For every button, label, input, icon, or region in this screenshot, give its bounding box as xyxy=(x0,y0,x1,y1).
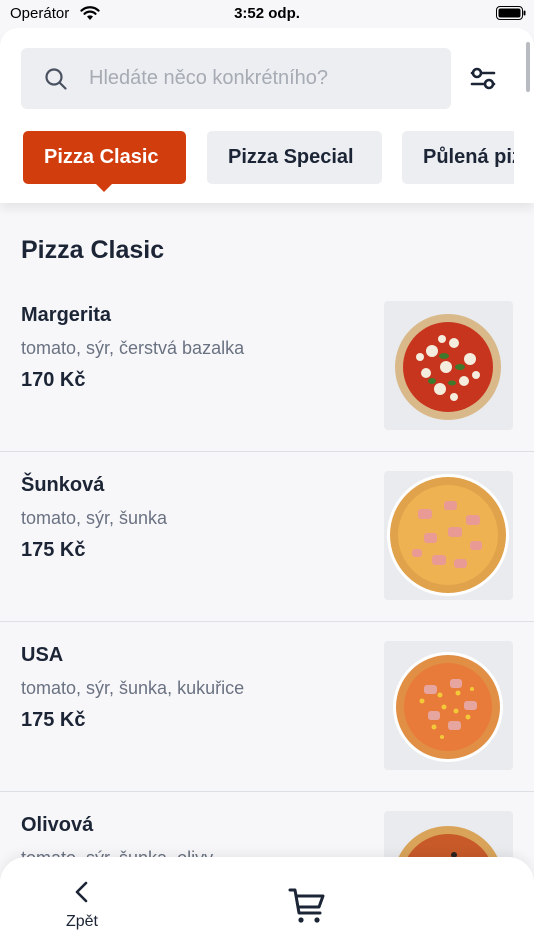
tab-label: Půlená pizza xyxy=(423,146,514,168)
item-name: USA xyxy=(21,644,64,666)
search-icon xyxy=(45,68,67,90)
menu-item[interactable]: USA tomato, sýr, šunka, kukuřice 175 Kč xyxy=(0,621,534,791)
active-tab-pointer xyxy=(96,184,112,192)
item-name: Margerita xyxy=(21,304,112,326)
ham-corn-pizza-image xyxy=(384,641,513,770)
item-price: 175 Kč xyxy=(21,539,86,561)
back-button[interactable]: Zpět xyxy=(55,879,109,939)
filter-icon[interactable] xyxy=(466,62,500,96)
item-name: Olivová xyxy=(21,814,94,836)
menu-item[interactable]: Margerita tomato, sýr, čerstvá bazalka 1… xyxy=(0,281,534,451)
item-description: tomato, sýr, šunka, kukuřice xyxy=(21,678,245,698)
divider xyxy=(0,791,534,792)
tab-pizza-special[interactable]: Pizza Special xyxy=(207,131,382,184)
battery-icon xyxy=(496,6,526,20)
scroll-indicator xyxy=(526,42,530,92)
header-card: Pizza Clasic Pizza Special Půlená pizza xyxy=(0,28,534,203)
ham-pizza-image xyxy=(384,471,513,600)
menu-item[interactable]: Šunková tomato, sýr, šunka 175 Kč xyxy=(0,451,534,621)
tab-label: Pizza Special xyxy=(228,146,354,168)
search-input[interactable] xyxy=(89,48,439,109)
item-name: Šunková xyxy=(21,474,105,496)
margherita-pizza-image xyxy=(384,301,513,430)
bottom-navigation: Zpět xyxy=(0,857,534,950)
cart-icon[interactable] xyxy=(287,885,327,925)
status-bar: Operátor 3:52 odp. xyxy=(0,0,534,28)
clock: 3:52 odp. xyxy=(234,5,300,22)
item-price: 175 Kč xyxy=(21,709,86,731)
item-price: 170 Kč xyxy=(21,369,86,391)
section-title: Pizza Clasic xyxy=(21,236,165,264)
tab-pulena-pizza[interactable]: Půlená pizza xyxy=(402,131,514,184)
category-tabs: Pizza Clasic Pizza Special Půlená pizza xyxy=(0,131,514,201)
back-label: Zpět xyxy=(65,913,98,930)
tab-pizza-clasic[interactable]: Pizza Clasic xyxy=(23,131,186,192)
item-description: tomato, sýr, šunka xyxy=(21,508,168,528)
chevron-left-icon xyxy=(75,881,88,903)
item-description: tomato, sýr, čerstvá bazalka xyxy=(21,338,245,358)
tab-label: Pizza Clasic xyxy=(44,146,159,168)
search-bar[interactable] xyxy=(21,48,451,109)
divider xyxy=(0,451,534,452)
divider xyxy=(0,621,534,622)
